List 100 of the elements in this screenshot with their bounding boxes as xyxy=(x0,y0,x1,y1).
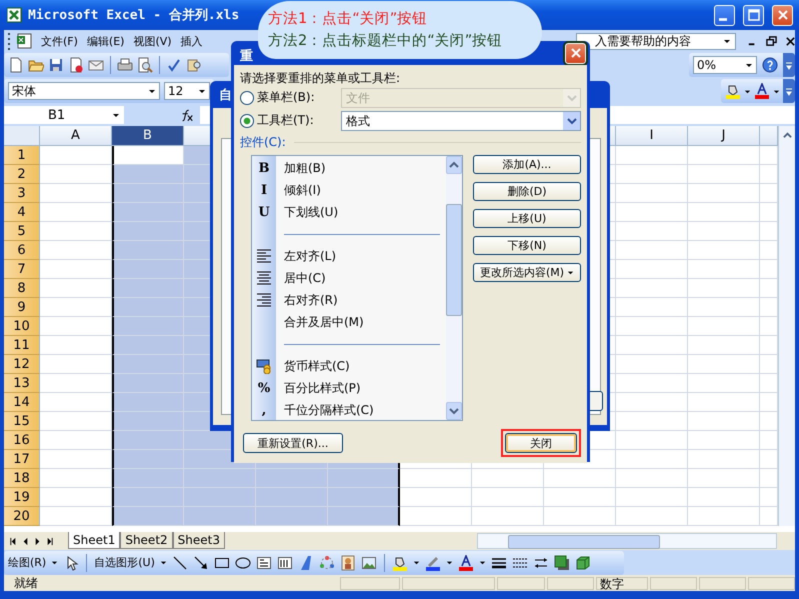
list-item[interactable]: 百分比样式(P) xyxy=(284,380,361,396)
horizontal-scrollbar[interactable] xyxy=(477,533,777,549)
column-header[interactable] xyxy=(760,126,778,146)
radio-label[interactable]: 工具栏(T): xyxy=(257,112,341,129)
row-header[interactable]: 16 xyxy=(4,431,40,450)
row-header[interactable]: 11 xyxy=(4,336,40,355)
row-header[interactable]: 4 xyxy=(4,203,40,222)
scroll-up-icon[interactable] xyxy=(782,131,792,140)
fill-color-icon[interactable] xyxy=(725,83,741,99)
row-header[interactable]: 8 xyxy=(4,279,40,298)
dialog-button[interactable]: 下移(N) xyxy=(473,236,581,255)
arrow-icon[interactable] xyxy=(192,554,209,570)
row-header[interactable]: 5 xyxy=(4,222,40,241)
list-item[interactable]: 合并及居中(M) xyxy=(284,314,364,330)
list-item[interactable]: 加粗(B) xyxy=(284,160,326,176)
spreadsheet-cell[interactable] xyxy=(328,507,400,526)
row-header[interactable]: 3 xyxy=(4,184,40,203)
spelling-icon[interactable] xyxy=(166,57,182,73)
caret-icon[interactable] xyxy=(51,559,58,566)
list-item[interactable]: 千位分隔样式(C) xyxy=(284,402,374,418)
print-icon[interactable] xyxy=(117,57,133,73)
save-icon[interactable] xyxy=(48,57,64,73)
row-header[interactable]: 6 xyxy=(4,241,40,260)
close-button[interactable] xyxy=(565,42,586,64)
column-header[interactable]: J xyxy=(688,126,760,146)
picture-icon[interactable] xyxy=(360,554,377,570)
dialog-button[interactable]: 更改所选内容(M) xyxy=(473,263,581,282)
sheet-navigation-icon[interactable] xyxy=(9,536,18,546)
dialog-button[interactable]: 删除(D) xyxy=(473,182,581,201)
caret-icon[interactable] xyxy=(744,88,751,94)
row-header[interactable]: 17 xyxy=(4,450,40,469)
caret-icon[interactable] xyxy=(160,559,167,566)
toolbar-options-icon[interactable] xyxy=(783,79,795,103)
vertical-text-box-icon[interactable] xyxy=(276,554,293,570)
reset-button[interactable]: 重新设置(R)... xyxy=(243,433,343,453)
caret-icon[interactable] xyxy=(446,559,453,566)
maximize-button[interactable] xyxy=(743,4,764,26)
font-field[interactable]: 宋体 xyxy=(8,82,160,100)
list-item[interactable]: 居中(C) xyxy=(284,270,326,286)
function-icon[interactable] xyxy=(180,108,194,122)
menu-item[interactable]: 视图(V) xyxy=(133,34,172,48)
permission-icon[interactable] xyxy=(68,57,84,73)
spreadsheet-cell[interactable] xyxy=(328,488,400,507)
clip-art-icon[interactable] xyxy=(340,554,356,570)
shadow-icon[interactable] xyxy=(554,554,570,570)
autoshapes-menu[interactable]: 自选图形(U) xyxy=(94,555,155,570)
row-header[interactable]: 20 xyxy=(4,507,40,526)
sheet-navigation-icon[interactable] xyxy=(45,536,54,546)
row-header[interactable]: 19 xyxy=(4,488,40,507)
text-box-icon[interactable] xyxy=(256,554,272,570)
radio-button[interactable] xyxy=(240,114,254,128)
oval-icon[interactable] xyxy=(234,554,251,570)
fill-color-icon[interactable] xyxy=(392,554,408,570)
font-color-icon[interactable] xyxy=(754,83,770,99)
caret-icon[interactable] xyxy=(412,559,420,566)
list-item[interactable]: 倾斜(I) xyxy=(284,182,321,198)
spreadsheet-cell[interactable] xyxy=(328,469,400,488)
minimize-button[interactable] xyxy=(714,4,735,26)
restore-icon[interactable] xyxy=(766,36,777,46)
menu-item[interactable]: 编辑(E) xyxy=(86,34,124,48)
line-icon[interactable] xyxy=(172,554,188,570)
help-icon[interactable] xyxy=(762,57,778,73)
draw-menu[interactable]: 绘图(R) xyxy=(8,555,46,570)
diagram-icon[interactable] xyxy=(318,554,335,570)
row-header[interactable]: 14 xyxy=(4,393,40,412)
select-all-corner[interactable] xyxy=(4,126,40,146)
row-header[interactable]: 2 xyxy=(4,165,40,184)
list-item[interactable]: 左对齐(L) xyxy=(284,248,336,264)
row-header[interactable]: 15 xyxy=(4,412,40,431)
row-header[interactable]: 7 xyxy=(4,260,40,279)
caret-icon[interactable] xyxy=(478,559,486,566)
row-header[interactable]: 9 xyxy=(4,298,40,317)
menu-item[interactable]: 插入 xyxy=(180,34,203,48)
column-header[interactable]: I xyxy=(616,126,688,146)
row-header[interactable]: 12 xyxy=(4,355,40,374)
column-header[interactable]: B xyxy=(112,126,184,146)
help-search-field[interactable]: 入需要帮助的内容 xyxy=(576,32,736,50)
scroll-up-icon[interactable] xyxy=(449,161,459,169)
sheet-tab[interactable]: Sheet3 xyxy=(172,532,225,548)
sheet-tab[interactable]: Sheet2 xyxy=(120,532,173,548)
close-icon[interactable] xyxy=(785,36,796,46)
dialog-button[interactable]: 上移(U) xyxy=(473,209,581,228)
list-item[interactable]: 右对齐(R) xyxy=(284,292,338,308)
row-header[interactable]: 13 xyxy=(4,374,40,393)
list-item[interactable]: 货币样式(C) xyxy=(284,358,350,374)
zoom-field[interactable]: 0% xyxy=(693,56,757,74)
font-size-field[interactable]: 12 xyxy=(164,82,210,100)
new-document-icon[interactable] xyxy=(8,57,24,73)
row-header[interactable]: 1 xyxy=(4,146,40,165)
toolbar-options-icon[interactable] xyxy=(783,53,795,77)
line-color-icon[interactable] xyxy=(424,554,441,570)
caret-icon[interactable] xyxy=(773,88,780,94)
dialog-button[interactable]: 添加(A)... xyxy=(473,155,581,174)
column-header[interactable]: A xyxy=(40,126,112,146)
vertical-scrollbar[interactable] xyxy=(446,156,462,420)
scroll-down-icon[interactable] xyxy=(449,407,459,415)
three-d-icon[interactable] xyxy=(574,554,591,570)
row-header[interactable]: 18 xyxy=(4,469,40,488)
dropdown-field[interactable]: 格式 xyxy=(341,110,581,130)
row-header[interactable]: 10 xyxy=(4,317,40,336)
